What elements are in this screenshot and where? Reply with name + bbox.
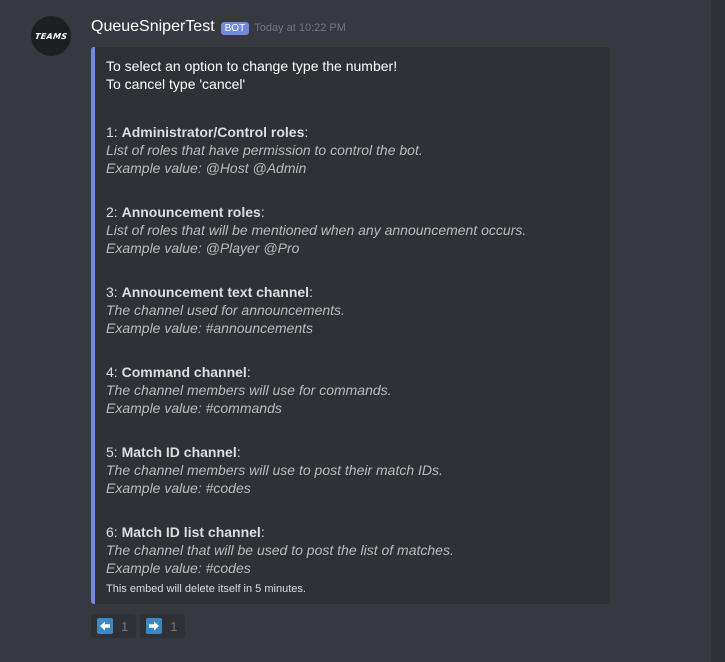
option-title: 4: Command channel: — [106, 363, 392, 381]
option-title: 2: Announcement roles: — [106, 203, 526, 221]
option-number: 3: — [106, 284, 122, 300]
option-colon: : — [304, 124, 309, 140]
avatar[interactable]: TEAMS — [31, 16, 71, 56]
settings-embed: To select an option to change type the n… — [91, 47, 610, 604]
option-number: 1: — [106, 124, 122, 140]
option-colon: : — [260, 204, 265, 220]
option-item: 1: Administrator/Control roles: List of … — [106, 123, 423, 177]
option-name: Match ID list channel — [121, 524, 261, 540]
option-description: The channel members will use to post the… — [106, 462, 443, 478]
option-number: 2: — [106, 204, 122, 220]
option-name: Announcement roles — [121, 204, 261, 220]
option-example: Example value: @Host @Admin — [106, 160, 307, 176]
option-description: The channel that will be used to post th… — [106, 542, 454, 558]
username[interactable]: QueueSniperTest — [91, 18, 215, 36]
message-timestamp[interactable]: Today at 10:22 PM — [254, 22, 346, 34]
option-name: Command channel — [121, 364, 247, 380]
option-title: 3: Announcement text channel: — [106, 283, 345, 301]
option-title: 1: Administrator/Control roles: — [106, 123, 423, 141]
reaction-left-arrow[interactable]: 1 — [91, 614, 137, 638]
option-number: 4: — [106, 364, 122, 380]
option-title: 5: Match ID channel: — [106, 443, 443, 461]
option-example: Example value: @Player @Pro — [106, 240, 300, 256]
reaction-right-arrow[interactable]: 1 — [140, 614, 186, 638]
message-header: QueueSniperTest BOT Today at 10:22 PM — [91, 17, 346, 37]
option-colon: : — [309, 284, 313, 300]
reaction-count: 1 — [170, 618, 178, 634]
embed-intro-line-1: To select an option to change type the n… — [106, 58, 398, 74]
option-name: Match ID channel — [121, 444, 237, 460]
option-colon: : — [236, 444, 241, 460]
option-example: Example value: #codes — [106, 480, 251, 496]
arrow-right-icon — [146, 618, 163, 634]
option-number: 6: — [106, 524, 122, 540]
option-name: Announcement text channel — [121, 284, 310, 300]
bot-badge: BOT — [220, 21, 250, 35]
option-example: Example value: #codes — [106, 560, 251, 576]
option-colon: : — [246, 364, 251, 380]
embed-body: To select an option to change type the n… — [106, 57, 600, 576]
option-item: 6: Match ID list channel: The channel th… — [106, 523, 454, 577]
option-example: Example value: #commands — [106, 400, 282, 416]
option-description: List of roles that have permission to co… — [106, 142, 423, 158]
option-description: The channel used for announcements. — [106, 302, 345, 318]
option-name: Administrator/Control roles — [121, 124, 305, 140]
option-item: 3: Announcement text channel: The channe… — [106, 283, 345, 337]
scrollbar-track[interactable] — [711, 0, 725, 662]
embed-intro-line-2: To cancel type 'cancel' — [106, 76, 246, 92]
option-description: The channel members will use for command… — [106, 382, 392, 398]
option-colon: : — [260, 524, 265, 540]
option-title: 6: Match ID list channel: — [106, 523, 454, 541]
option-item: 2: Announcement roles: List of roles tha… — [106, 203, 526, 257]
reaction-count: 1 — [121, 618, 129, 634]
option-description: List of roles that will be mentioned whe… — [106, 222, 527, 238]
option-item: 4: Command channel: The channel members … — [106, 363, 392, 417]
option-number: 5: — [106, 444, 122, 460]
embed-footer: This embed will delete itself in 5 minut… — [106, 583, 306, 595]
arrow-left-icon — [97, 618, 113, 634]
avatar-logo-text: TEAMS — [34, 31, 68, 41]
option-item: 5: Match ID channel: The channel members… — [106, 443, 443, 497]
reactions-bar: 1 1 — [91, 614, 186, 638]
option-example: Example value: #announcements — [106, 320, 314, 336]
